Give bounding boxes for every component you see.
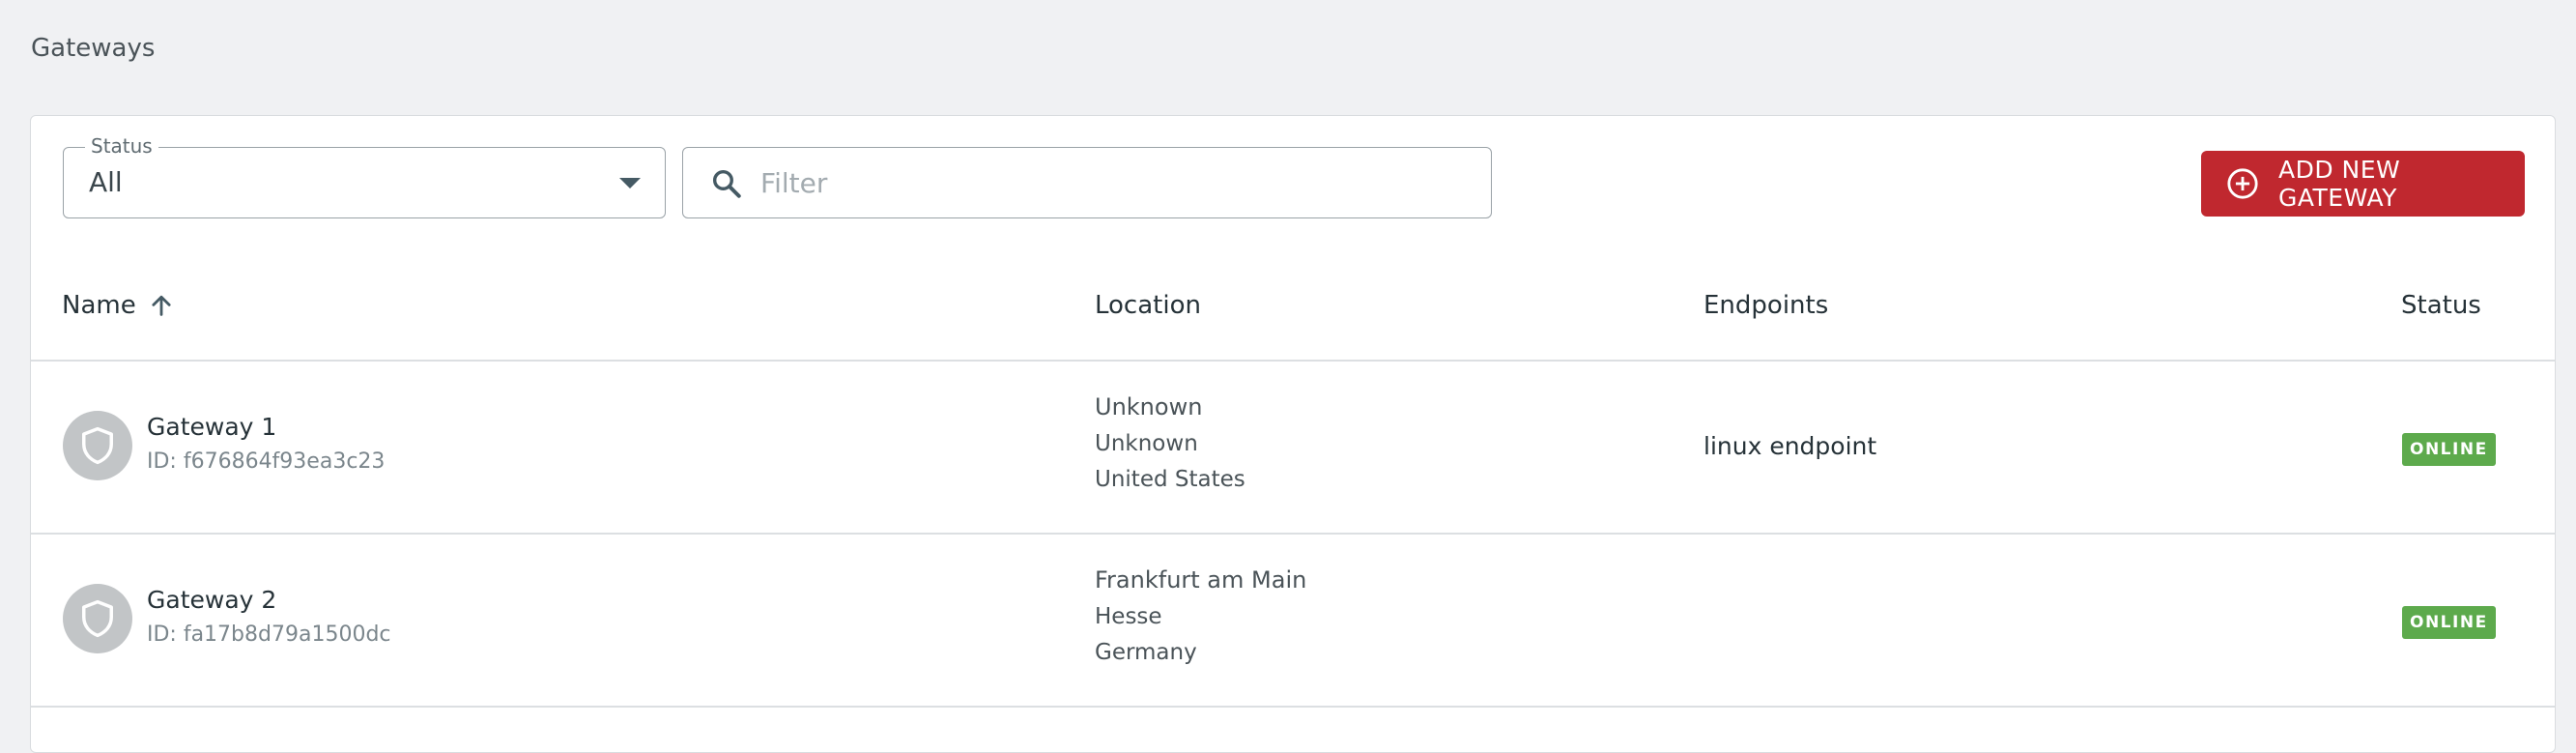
add-circle-icon — [2227, 168, 2258, 199]
arrow-up-icon — [152, 295, 171, 316]
filter-input[interactable] — [760, 161, 1456, 204]
status-select-label: Status — [85, 134, 158, 158]
row-divider — [31, 706, 2555, 708]
status-select[interactable]: Status All — [63, 134, 666, 218]
avatar — [63, 584, 132, 653]
column-header-location: Location — [1095, 291, 1201, 320]
location-city: Frankfurt am Main — [1095, 566, 1307, 594]
shield-icon — [82, 426, 113, 465]
avatar — [63, 411, 132, 480]
column-header-name-label: Name — [62, 291, 136, 320]
column-header-name[interactable]: Name — [62, 288, 175, 323]
add-new-gateway-label: ADD NEW GATEWAY — [2278, 156, 2401, 212]
location-region: Hesse — [1095, 604, 1162, 629]
status-badge: ONLINE — [2402, 606, 2496, 639]
column-header-status: Status — [2401, 291, 2481, 320]
caret-down-icon[interactable] — [619, 178, 641, 188]
location-country: Germany — [1095, 640, 1197, 665]
location-city: Unknown — [1095, 393, 1203, 420]
add-new-gateway-button[interactable]: ADD NEW GATEWAY — [2201, 151, 2525, 217]
status-badge: ONLINE — [2402, 433, 2496, 466]
table-row[interactable]: Gateway 1 ID: f676864f93ea3c23 Unknown U… — [31, 361, 2555, 533]
filter-field[interactable] — [682, 147, 1492, 218]
search-icon — [712, 169, 741, 198]
shield-icon — [82, 599, 113, 638]
gateway-name: Gateway 1 — [147, 413, 277, 441]
gateway-id: ID: f676864f93ea3c23 — [147, 449, 386, 474]
status-select-value: All — [89, 166, 123, 198]
gateways-card: Status All ADD NEW GATEWAY Name Location… — [30, 115, 2556, 753]
table-row[interactable]: Gateway 2 ID: fa17b8d79a1500dc Frankfurt… — [31, 534, 2555, 706]
column-header-endpoints: Endpoints — [1703, 291, 1829, 320]
gateway-id: ID: fa17b8d79a1500dc — [147, 623, 391, 647]
page-title: Gateways — [31, 34, 156, 63]
gateway-name: Gateway 2 — [147, 586, 277, 614]
location-country: United States — [1095, 467, 1245, 492]
location-region: Unknown — [1095, 431, 1198, 456]
endpoint-link[interactable]: linux endpoint — [1703, 430, 1876, 463]
